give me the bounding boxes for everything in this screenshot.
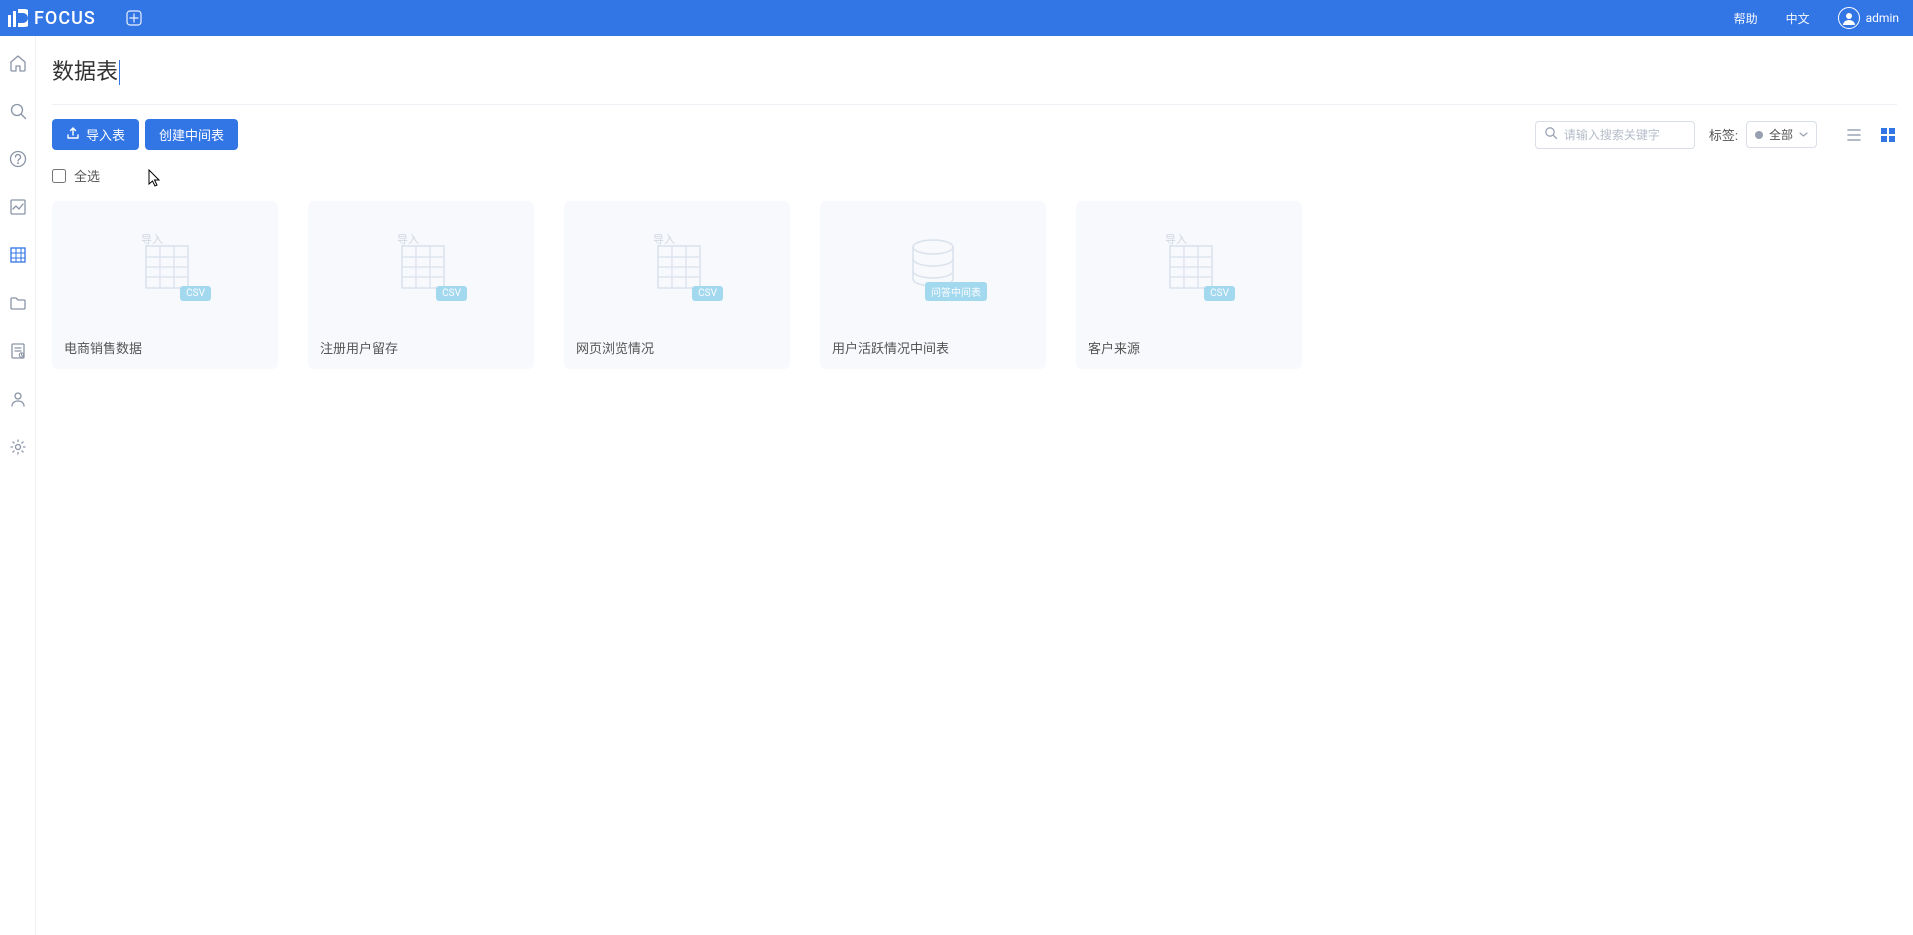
csv-badge: CSV: [180, 286, 211, 301]
search-input[interactable]: [1564, 128, 1686, 142]
tag-select[interactable]: 全部: [1746, 121, 1817, 148]
search-box[interactable]: [1535, 121, 1695, 149]
topbar: FOCUS 帮助 中文 admin: [0, 0, 1913, 36]
sidebar: [0, 36, 36, 935]
list-view-button[interactable]: [1845, 126, 1863, 144]
card-thumb: 导入 CSV: [1076, 201, 1302, 328]
import-table-button[interactable]: 导入表: [52, 119, 139, 150]
avatar-icon: [1838, 7, 1860, 29]
table-icon: [657, 245, 701, 289]
sidebar-item-search[interactable]: [7, 100, 29, 122]
brand-text: FOCUS: [34, 8, 96, 29]
sidebar-item-report[interactable]: [7, 340, 29, 362]
main-content: 数据表 导入表 创建中间表 标签: 全部: [36, 36, 1913, 935]
card-thumb: 问答中间表: [820, 201, 1046, 328]
table-icon: [145, 245, 189, 289]
chevron-down-icon: [1799, 128, 1808, 142]
csv-badge: CSV: [692, 286, 723, 301]
sidebar-item-pinboard[interactable]: [7, 196, 29, 218]
card-title: 注册用户留存: [308, 328, 534, 369]
sidebar-item-users[interactable]: [7, 388, 29, 410]
export-icon: [66, 126, 80, 143]
select-all-label: 全选: [74, 166, 100, 185]
create-intermediate-label: 创建中间表: [159, 125, 224, 144]
sidebar-item-data[interactable]: [7, 244, 29, 266]
card-title: 网页浏览情况: [564, 328, 790, 369]
new-tab-button[interactable]: [124, 8, 144, 28]
user-menu[interactable]: admin: [1838, 7, 1899, 29]
data-card[interactable]: 导入 CSV 客户来源: [1076, 201, 1302, 369]
csv-badge: CSV: [436, 286, 467, 301]
card-title: 电商销售数据: [52, 328, 278, 369]
card-thumb: 导入 CSV: [308, 201, 534, 328]
brand-logo-icon: [8, 9, 28, 27]
table-icon: [1169, 245, 1213, 289]
select-all-checkbox[interactable]: [52, 169, 66, 183]
database-icon: [907, 237, 959, 289]
intermediate-badge: 问答中间表: [925, 282, 987, 301]
sidebar-item-settings[interactable]: [7, 436, 29, 458]
data-card[interactable]: 导入 CSV 电商销售数据: [52, 201, 278, 369]
data-card[interactable]: 问答中间表 用户活跃情况中间表: [820, 201, 1046, 369]
cards-grid: 导入 CSV 电商销售数据 导入 CSV 注册用户留存: [52, 201, 1897, 369]
card-title: 客户来源: [1076, 328, 1302, 369]
data-card[interactable]: 导入 CSV 注册用户留存: [308, 201, 534, 369]
data-card[interactable]: 导入 CSV 网页浏览情况: [564, 201, 790, 369]
tag-dot-icon: [1755, 131, 1763, 139]
toolbar: 导入表 创建中间表 标签: 全部: [52, 119, 1897, 150]
help-link[interactable]: 帮助: [1734, 10, 1758, 27]
card-thumb: 导入 CSV: [564, 201, 790, 328]
tag-value: 全部: [1769, 126, 1793, 143]
select-all[interactable]: 全选: [52, 166, 1897, 185]
table-icon: [401, 245, 445, 289]
sidebar-item-folder[interactable]: [7, 292, 29, 314]
search-icon: [1544, 126, 1558, 144]
import-table-label: 导入表: [86, 125, 125, 144]
sidebar-item-help[interactable]: [7, 148, 29, 170]
sidebar-item-home[interactable]: [7, 52, 29, 74]
grid-view-button[interactable]: [1879, 126, 1897, 144]
brand[interactable]: FOCUS: [8, 8, 96, 29]
create-intermediate-table-button[interactable]: 创建中间表: [145, 119, 238, 150]
card-title: 用户活跃情况中间表: [820, 328, 1046, 369]
page-title: 数据表: [52, 54, 1897, 105]
user-name: admin: [1866, 11, 1899, 25]
card-thumb: 导入 CSV: [52, 201, 278, 328]
language-link[interactable]: 中文: [1786, 10, 1810, 27]
view-toggle: [1845, 126, 1897, 144]
tag-label: 标签:: [1709, 125, 1738, 144]
csv-badge: CSV: [1204, 286, 1235, 301]
